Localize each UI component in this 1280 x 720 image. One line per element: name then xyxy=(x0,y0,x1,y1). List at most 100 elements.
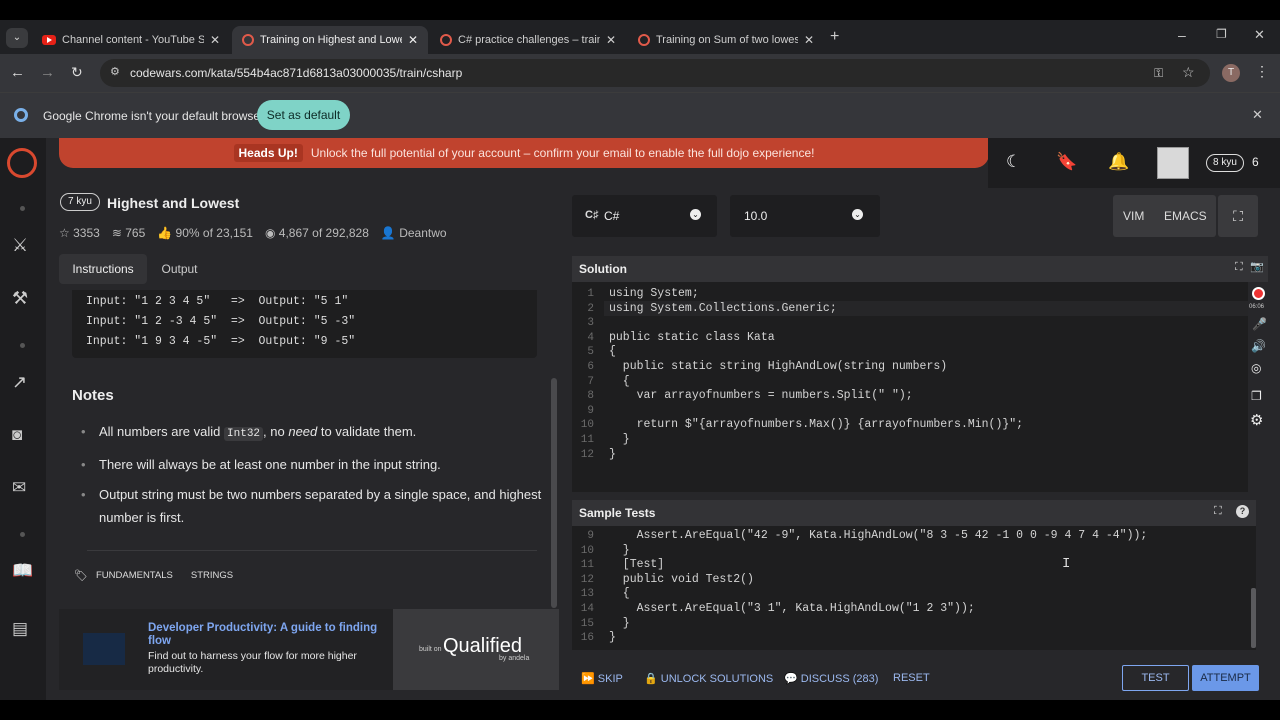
solution-editor[interactable]: 1 using System; 2 using System.Collections.… xyxy=(572,282,1248,492)
close-icon[interactable]: ✕ xyxy=(606,33,616,47)
expand-icon[interactable]: ⛶ xyxy=(1235,262,1243,273)
window-close-icon[interactable]: ✕ xyxy=(1254,28,1265,41)
fullscreen-icon[interactable]: ⛶ xyxy=(1218,195,1258,237)
infobar-close-icon[interactable]: ✕ xyxy=(1252,108,1263,121)
menu-kebab-icon[interactable]: ⋮ xyxy=(1255,64,1269,78)
satisfaction-of: of 23,151 xyxy=(202,226,253,240)
tests-editor[interactable]: 9 Assert.AreEqual("42 -9", Kata.HighAndL… xyxy=(572,526,1256,650)
instructions-scrollbar[interactable] xyxy=(551,378,557,608)
settings-gear-icon[interactable]: ⚙ xyxy=(1250,413,1263,428)
tab-search-button[interactable]: ⌄ xyxy=(6,28,28,48)
line-number: 10 xyxy=(580,419,594,432)
list-item: • All numbers are valid Int32, no need t… xyxy=(81,424,417,441)
banner-bold: Heads Up! xyxy=(233,144,303,162)
stack-icon: ≋ xyxy=(111,226,122,240)
ad-card[interactable]: Developer Productivity: A guide to findi… xyxy=(59,609,393,690)
discuss-button[interactable]: 💬 DISCUSS (283) xyxy=(784,672,878,685)
example-line: Input: "1 2 3 4 5" => Output: "5 1" xyxy=(86,295,349,308)
discuss-label: DISCUSS (283) xyxy=(800,673,879,685)
close-icon[interactable]: ✕ xyxy=(210,33,220,47)
webcam-icon[interactable]: ◎ xyxy=(1251,362,1261,374)
user-rank-badge[interactable]: 8 kyu xyxy=(1206,154,1244,172)
user-honor: 6 xyxy=(1252,155,1259,169)
microphone-icon[interactable]: 🎤 xyxy=(1252,318,1267,330)
codewars-icon xyxy=(440,34,452,46)
bookmark-star-icon[interactable]: ☆ xyxy=(1182,65,1195,79)
code-text: Assert.AreEqual("3 1", Kata.HighAndLow("… xyxy=(609,601,975,615)
tab-bar: ⌄ Channel content - YouTube Stu ✕ Traini… xyxy=(0,20,1280,54)
chrome-icon xyxy=(14,108,28,122)
tests-scrollbar[interactable] xyxy=(1251,588,1256,648)
camera-icon[interactable]: 📷 xyxy=(1250,262,1264,273)
tab-highest-and-lowest[interactable]: Training on Highest and Lowest ✕ xyxy=(232,26,428,54)
help-icon[interactable]: ? xyxy=(1236,505,1249,518)
skip-button[interactable]: ⏩ SKIP xyxy=(581,672,623,685)
sidebar-discord-icon[interactable]: ◙ xyxy=(12,426,22,443)
line-number: 3 xyxy=(587,317,594,330)
tests-header: Sample Tests ⛶ ? xyxy=(572,500,1256,526)
screens-icon[interactable]: ❐ xyxy=(1251,390,1262,402)
confirm-email-banner[interactable]: Heads Up! Unlock the full potential of y… xyxy=(59,138,989,168)
emacs-mode-button[interactable]: EMACS xyxy=(1164,209,1207,223)
line-number: 15 xyxy=(580,617,594,630)
password-key-icon[interactable]: ⚿ xyxy=(1154,67,1163,79)
codewars-logo-icon[interactable] xyxy=(7,148,37,178)
language-select[interactable]: C♯ C# ⌄ xyxy=(572,195,717,237)
test-button[interactable]: TEST xyxy=(1122,665,1189,691)
close-icon[interactable]: ✕ xyxy=(804,33,814,47)
by-andela-text: by andela xyxy=(499,655,530,662)
notifications-bell-icon[interactable]: 🔔 xyxy=(1108,153,1129,170)
speaker-icon[interactable]: 🔊 xyxy=(1251,340,1266,352)
version-select[interactable]: 10.0 ⌄ xyxy=(730,195,880,237)
tests-code: 9 Assert.AreEqual("42 -9", Kata.HighAndL… xyxy=(572,529,1248,646)
tag-fundamentals[interactable]: FUNDAMENTALS xyxy=(96,570,173,581)
tab-youtube-studio[interactable]: Channel content - YouTube Stu ✕ xyxy=(32,26,228,54)
user-avatar[interactable] xyxy=(1157,147,1189,179)
tab-title: Training on Sum of two lowest p xyxy=(656,34,798,46)
close-icon[interactable]: ✕ xyxy=(408,33,418,47)
expand-icon[interactable]: ⛶ xyxy=(1214,506,1222,517)
forward-arrow-icon[interactable]: → xyxy=(40,65,55,80)
code-text: } xyxy=(609,616,630,630)
sidebar-discuss-icon[interactable]: ✉ xyxy=(12,479,26,496)
sidebar-practice-icon[interactable]: ⚒ xyxy=(12,289,28,307)
collections-stat[interactable]: ≋ 765 xyxy=(112,226,145,240)
bookmark-icon[interactable]: 🔖 xyxy=(1056,153,1077,170)
sidebar-docs-icon[interactable]: 📖 xyxy=(12,562,33,579)
sidebar-blog-icon[interactable]: ▤ xyxy=(12,620,28,637)
tag-strings[interactable]: STRINGS xyxy=(191,570,233,581)
qualified-card[interactable]: built on Qualified by andela xyxy=(393,609,559,690)
reset-button[interactable]: RESET xyxy=(893,672,930,684)
ad-title[interactable]: Developer Productivity: A guide to findi… xyxy=(148,622,378,648)
stars-stat[interactable]: ☆ 3353 xyxy=(59,226,100,240)
new-tab-plus-icon[interactable]: + xyxy=(830,29,839,45)
address-bar[interactable]: ⚙ codewars.com/kata/554b4ac871d6813a0300… xyxy=(100,59,1210,87)
sidebar-training-icon[interactable]: ⚔ xyxy=(12,236,28,254)
set-default-button[interactable]: Set as default xyxy=(257,100,350,130)
line-number: 9 xyxy=(587,530,594,542)
restore-icon[interactable]: ❐ xyxy=(1216,28,1227,40)
vim-mode-button[interactable]: VIM xyxy=(1123,209,1144,223)
tab-instructions[interactable]: Instructions xyxy=(59,254,147,284)
author-stat[interactable]: 👤 Deantwo xyxy=(381,226,447,240)
kata-rank-badge: 7 kyu xyxy=(60,193,100,211)
profile-avatar[interactable]: T xyxy=(1222,64,1240,82)
collections-count: 765 xyxy=(125,226,146,240)
unlock-solutions-button[interactable]: 🔒 UNLOCK SOLUTIONS xyxy=(644,672,773,685)
attempt-button[interactable]: ATTEMPT xyxy=(1192,665,1259,691)
tab-output[interactable]: Output xyxy=(147,254,212,284)
back-arrow-icon[interactable]: ← xyxy=(10,65,25,80)
line-number: 8 xyxy=(587,390,594,403)
site-info-icon[interactable]: ⚙ xyxy=(110,67,120,78)
line-number: 12 xyxy=(580,448,594,461)
code-text: public void Test2() xyxy=(609,572,754,586)
dark-mode-moon-icon[interactable]: ☾ xyxy=(1006,153,1021,170)
tab-csharp-challenges[interactable]: C# practice challenges – train o ✕ xyxy=(430,26,626,54)
sidebar-leaderboard-icon[interactable]: ↗ xyxy=(12,373,27,391)
note-emphasis: need xyxy=(288,424,318,439)
tab-sum-two-lowest[interactable]: Training on Sum of two lowest p ✕ xyxy=(628,26,824,54)
minimize-icon[interactable]: – xyxy=(1178,28,1186,42)
sidebar-dot xyxy=(20,532,25,537)
record-icon[interactable] xyxy=(1252,287,1265,300)
reload-icon[interactable]: ↻ xyxy=(71,65,83,79)
